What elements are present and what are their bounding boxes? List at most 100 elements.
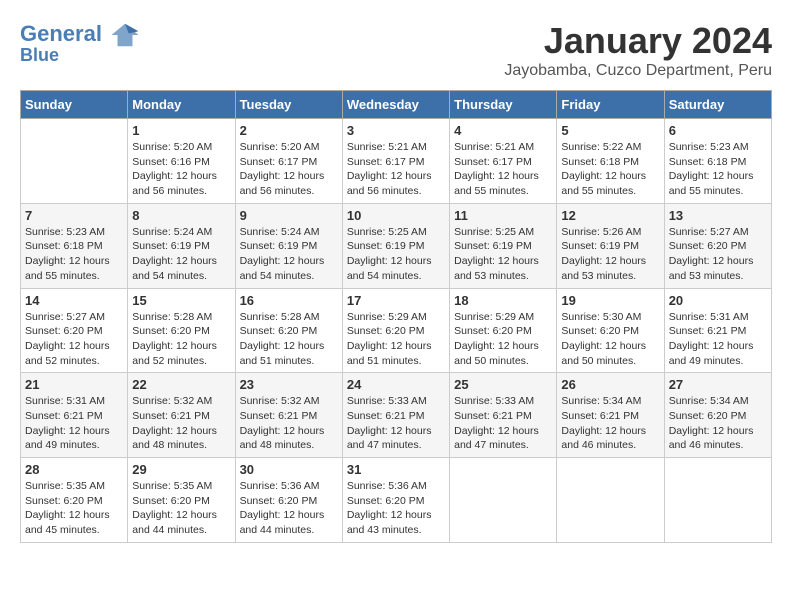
day-info: Sunrise: 5:33 AM Sunset: 6:21 PM Dayligh… [347, 394, 445, 453]
day-number: 17 [347, 293, 445, 308]
calendar-cell: 10 Sunrise: 5:25 AM Sunset: 6:19 PM Dayli… [342, 203, 449, 288]
day-number: 15 [132, 293, 230, 308]
calendar-week-row: 1 Sunrise: 5:20 AM Sunset: 6:16 PM Daylig… [21, 119, 772, 204]
day-number: 4 [454, 123, 552, 138]
weekday-header: Friday [557, 91, 664, 119]
day-info: Sunrise: 5:25 AM Sunset: 6:19 PM Dayligh… [347, 225, 445, 284]
day-info: Sunrise: 5:30 AM Sunset: 6:20 PM Dayligh… [561, 310, 659, 369]
day-number: 7 [25, 208, 123, 223]
day-info: Sunrise: 5:23 AM Sunset: 6:18 PM Dayligh… [25, 225, 123, 284]
calendar-cell [664, 458, 771, 543]
calendar-cell: 2 Sunrise: 5:20 AM Sunset: 6:17 PM Daylig… [235, 119, 342, 204]
day-info: Sunrise: 5:21 AM Sunset: 6:17 PM Dayligh… [347, 140, 445, 199]
calendar-week-row: 28 Sunrise: 5:35 AM Sunset: 6:20 PM Dayli… [21, 458, 772, 543]
calendar-cell: 18 Sunrise: 5:29 AM Sunset: 6:20 PM Dayli… [450, 288, 557, 373]
calendar-week-row: 14 Sunrise: 5:27 AM Sunset: 6:20 PM Dayli… [21, 288, 772, 373]
calendar-cell: 13 Sunrise: 5:27 AM Sunset: 6:20 PM Dayli… [664, 203, 771, 288]
calendar-cell: 12 Sunrise: 5:26 AM Sunset: 6:19 PM Dayli… [557, 203, 664, 288]
day-number: 25 [454, 377, 552, 392]
calendar-cell: 16 Sunrise: 5:28 AM Sunset: 6:20 PM Dayli… [235, 288, 342, 373]
title-area: January 2024 Jayobamba, Cuzco Department… [504, 20, 772, 80]
day-number: 20 [669, 293, 767, 308]
calendar-cell: 30 Sunrise: 5:36 AM Sunset: 6:20 PM Dayli… [235, 458, 342, 543]
day-number: 10 [347, 208, 445, 223]
day-info: Sunrise: 5:28 AM Sunset: 6:20 PM Dayligh… [240, 310, 338, 369]
page-header: General Blue January 2024 Jayobamba, Cuz… [20, 20, 772, 80]
day-number: 29 [132, 462, 230, 477]
day-number: 23 [240, 377, 338, 392]
calendar-cell [557, 458, 664, 543]
day-number: 2 [240, 123, 338, 138]
day-number: 31 [347, 462, 445, 477]
day-info: Sunrise: 5:24 AM Sunset: 6:19 PM Dayligh… [132, 225, 230, 284]
day-info: Sunrise: 5:28 AM Sunset: 6:20 PM Dayligh… [132, 310, 230, 369]
day-number: 16 [240, 293, 338, 308]
day-number: 12 [561, 208, 659, 223]
day-info: Sunrise: 5:26 AM Sunset: 6:19 PM Dayligh… [561, 225, 659, 284]
calendar-cell: 3 Sunrise: 5:21 AM Sunset: 6:17 PM Daylig… [342, 119, 449, 204]
weekday-header: Tuesday [235, 91, 342, 119]
calendar-week-row: 7 Sunrise: 5:23 AM Sunset: 6:18 PM Daylig… [21, 203, 772, 288]
day-info: Sunrise: 5:20 AM Sunset: 6:16 PM Dayligh… [132, 140, 230, 199]
day-info: Sunrise: 5:24 AM Sunset: 6:19 PM Dayligh… [240, 225, 338, 284]
weekday-header: Wednesday [342, 91, 449, 119]
month-title: January 2024 [504, 20, 772, 62]
day-info: Sunrise: 5:29 AM Sunset: 6:20 PM Dayligh… [454, 310, 552, 369]
day-info: Sunrise: 5:36 AM Sunset: 6:20 PM Dayligh… [240, 479, 338, 538]
day-number: 1 [132, 123, 230, 138]
day-info: Sunrise: 5:20 AM Sunset: 6:17 PM Dayligh… [240, 140, 338, 199]
weekday-header: Monday [128, 91, 235, 119]
calendar-cell: 22Sunrise: 5:32 AM Sunset: 6:21 PM Dayli… [128, 373, 235, 458]
day-info: Sunrise: 5:31 AM Sunset: 6:21 PM Dayligh… [25, 394, 123, 453]
day-info: Sunrise: 5:22 AM Sunset: 6:18 PM Dayligh… [561, 140, 659, 199]
calendar-cell: 29 Sunrise: 5:35 AM Sunset: 6:20 PM Dayli… [128, 458, 235, 543]
day-number: 24 [347, 377, 445, 392]
day-number: 27 [669, 377, 767, 392]
day-number: 11 [454, 208, 552, 223]
day-info: Sunrise: 5:33 AM Sunset: 6:21 PM Dayligh… [454, 394, 552, 453]
calendar-cell: 23Sunrise: 5:32 AM Sunset: 6:21 PM Dayli… [235, 373, 342, 458]
day-number: 13 [669, 208, 767, 223]
day-number: 6 [669, 123, 767, 138]
day-number: 21 [25, 377, 123, 392]
calendar-cell: 14 Sunrise: 5:27 AM Sunset: 6:20 PM Dayli… [21, 288, 128, 373]
day-info: Sunrise: 5:29 AM Sunset: 6:20 PM Dayligh… [347, 310, 445, 369]
calendar-cell: 4 Sunrise: 5:21 AM Sunset: 6:17 PM Daylig… [450, 119, 557, 204]
day-number: 14 [25, 293, 123, 308]
day-number: 18 [454, 293, 552, 308]
calendar-cell: 27 Sunrise: 5:34 AM Sunset: 6:20 PM Dayli… [664, 373, 771, 458]
day-info: Sunrise: 5:36 AM Sunset: 6:20 PM Dayligh… [347, 479, 445, 538]
calendar-header-row: SundayMondayTuesdayWednesdayThursdayFrid… [21, 91, 772, 119]
calendar-cell: 15 Sunrise: 5:28 AM Sunset: 6:20 PM Dayli… [128, 288, 235, 373]
calendar-cell: 9 Sunrise: 5:24 AM Sunset: 6:19 PM Daylig… [235, 203, 342, 288]
calendar-cell: 17 Sunrise: 5:29 AM Sunset: 6:20 PM Dayli… [342, 288, 449, 373]
calendar-cell: 6 Sunrise: 5:23 AM Sunset: 6:18 PM Daylig… [664, 119, 771, 204]
day-info: Sunrise: 5:27 AM Sunset: 6:20 PM Dayligh… [25, 310, 123, 369]
logo: General Blue [20, 20, 140, 66]
day-info: Sunrise: 5:31 AM Sunset: 6:21 PM Dayligh… [669, 310, 767, 369]
weekday-header: Thursday [450, 91, 557, 119]
calendar-cell: 7 Sunrise: 5:23 AM Sunset: 6:18 PM Daylig… [21, 203, 128, 288]
weekday-header: Saturday [664, 91, 771, 119]
calendar-cell: 11Sunrise: 5:25 AM Sunset: 6:19 PM Dayli… [450, 203, 557, 288]
day-number: 19 [561, 293, 659, 308]
day-info: Sunrise: 5:34 AM Sunset: 6:20 PM Dayligh… [669, 394, 767, 453]
location-subtitle: Jayobamba, Cuzco Department, Peru [504, 62, 772, 80]
day-number: 30 [240, 462, 338, 477]
day-info: Sunrise: 5:21 AM Sunset: 6:17 PM Dayligh… [454, 140, 552, 199]
day-info: Sunrise: 5:27 AM Sunset: 6:20 PM Dayligh… [669, 225, 767, 284]
calendar-cell: 26Sunrise: 5:34 AM Sunset: 6:21 PM Dayli… [557, 373, 664, 458]
calendar-cell: 19 Sunrise: 5:30 AM Sunset: 6:20 PM Dayli… [557, 288, 664, 373]
calendar-table: SundayMondayTuesdayWednesdayThursdayFrid… [20, 90, 772, 543]
day-number: 3 [347, 123, 445, 138]
calendar-cell: 5Sunrise: 5:22 AM Sunset: 6:18 PM Daylig… [557, 119, 664, 204]
weekday-header: Sunday [21, 91, 128, 119]
calendar-cell: 28Sunrise: 5:35 AM Sunset: 6:20 PM Dayli… [21, 458, 128, 543]
day-number: 9 [240, 208, 338, 223]
day-info: Sunrise: 5:35 AM Sunset: 6:20 PM Dayligh… [132, 479, 230, 538]
day-number: 8 [132, 208, 230, 223]
calendar-cell: 20 Sunrise: 5:31 AM Sunset: 6:21 PM Dayli… [664, 288, 771, 373]
calendar-cell: 31 Sunrise: 5:36 AM Sunset: 6:20 PM Dayli… [342, 458, 449, 543]
day-info: Sunrise: 5:23 AM Sunset: 6:18 PM Dayligh… [669, 140, 767, 199]
day-number: 28 [25, 462, 123, 477]
